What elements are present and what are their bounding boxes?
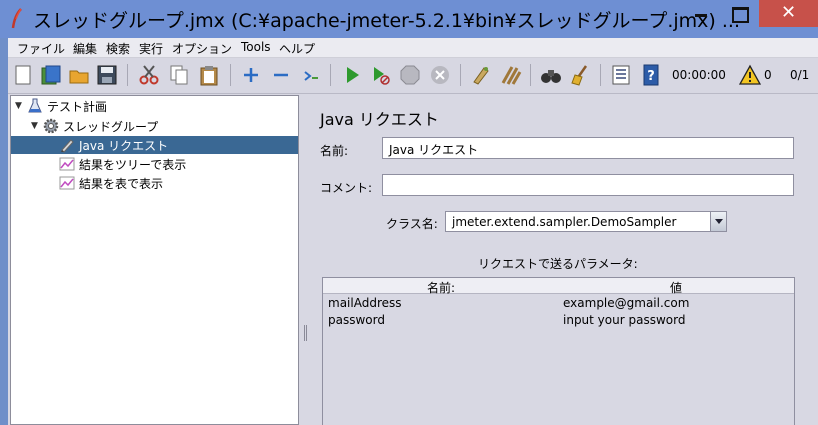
menu-tools[interactable]: Tools [241,40,271,54]
app-window: ファイル 編集 検索 実行 オプション Tools ヘルプ ? 00:00:00… [8,38,818,425]
warning-icon[interactable] [739,64,761,86]
param-value-cell[interactable]: input your password [563,313,685,327]
shutdown-icon[interactable] [429,64,451,86]
active-threads: 0/1 [790,68,810,82]
search-binoculars-icon[interactable] [540,64,562,86]
menu-help[interactable]: ヘルプ [279,40,315,57]
warning-count: 0 [764,68,772,82]
svg-text:?: ? [647,69,655,84]
parameters-title: リクエストで送るパラメータ: [478,257,638,271]
toolbar-separator [530,64,531,86]
listener-graph-icon [59,176,75,190]
elapsed-timer: 00:00:00 [672,68,726,82]
expanded-arrow-icon[interactable]: ▼ [15,101,27,111]
toolbar-separator [600,64,601,86]
parameters-table-header: 名前: 値 [323,278,794,295]
tree-node-view-results-table[interactable]: 結果を表で表示 [59,174,163,192]
menu-options[interactable]: オプション [172,40,232,57]
open-icon[interactable] [68,64,90,86]
classname-selected: jmeter.extend.sampler.DemoSampler [452,215,677,229]
title-bar: スレッドグループ.jmx (C:¥apache-jmeter-5.2.1¥bin… [0,0,818,38]
tree-label-view-results-table: 結果を表で表示 [79,176,164,191]
close-icon: ✕ [780,2,797,23]
maximize-button[interactable] [722,0,756,27]
java-request-panel: Java リクエスト 名前: Java リクエスト コメント: クラス名: jm… [310,95,818,425]
minimize-button[interactable] [684,0,718,27]
listener-graph-icon [59,157,75,171]
start-no-pauses-icon[interactable] [369,64,391,86]
param-name-cell[interactable]: mailAddress [328,296,402,310]
toolbar-separator [330,64,331,86]
start-icon[interactable] [341,64,363,86]
tree-node-java-request[interactable]: Java リクエスト [11,136,298,154]
toolbar-separator [230,64,231,86]
clear-all-icon[interactable] [500,64,522,86]
tree-label-test-plan: テスト計画 [47,99,108,114]
paste-icon[interactable] [198,64,220,86]
reset-search-broom-icon[interactable] [570,64,592,86]
new-icon[interactable] [12,64,34,86]
tree-node-view-results-tree[interactable]: 結果をツリーで表示 [59,155,186,173]
parameters-table: 名前: 値 mailAddress example@gmail.com pass… [322,277,795,425]
tree-node-test-plan[interactable]: ▼ テスト計画 [15,97,107,115]
save-icon[interactable] [96,64,118,86]
test-plan-tree: ▼ テスト計画 ▼ スレッドグループ Java リクエスト 結果をツリーで表示 … [10,95,299,425]
toolbar-separator [460,64,461,86]
menu-file[interactable]: ファイル [17,40,65,57]
copy-icon[interactable] [168,64,190,86]
sampler-pen-icon [61,139,74,153]
splitter-grip[interactable] [304,325,307,341]
close-button[interactable]: ✕ [759,0,818,27]
name-field[interactable]: Java リクエスト [382,137,794,159]
split-pane-divider[interactable] [301,95,310,425]
classname-label: クラス名: [386,217,438,231]
table-row[interactable]: password input your password [323,311,794,328]
menu-bar: ファイル 編集 検索 実行 オプション Tools ヘルプ [8,38,818,58]
param-name-cell[interactable]: password [328,313,385,327]
comment-label: コメント: [320,181,373,195]
panel-title: Java リクエスト [320,110,439,129]
templates-icon[interactable] [40,64,62,86]
toolbar: ? 00:00:00 0 0/1 [8,58,818,94]
expanded-arrow-icon[interactable]: ▼ [31,121,43,131]
collapse-icon[interactable] [270,64,292,86]
toolbar-separator [127,64,128,86]
chevron-down-icon[interactable] [710,212,726,231]
tree-node-thread-group[interactable]: ▼ スレッドグループ [31,117,158,135]
tree-label-java-request: Java リクエスト [79,138,169,153]
classname-dropdown[interactable]: jmeter.extend.sampler.DemoSampler [445,211,727,232]
clear-icon[interactable] [470,64,492,86]
table-row[interactable]: mailAddress example@gmail.com [323,294,794,311]
param-value-cell[interactable]: example@gmail.com [563,296,689,310]
test-plan-flask-icon [28,98,42,113]
cut-icon[interactable] [138,64,160,86]
toggle-icon[interactable] [300,64,322,86]
comment-field[interactable] [382,174,794,196]
tree-label-view-results-tree: 結果をツリーで表示 [79,157,187,172]
name-label: 名前: [320,144,349,158]
menu-edit[interactable]: 編集 [73,40,97,57]
tree-label-thread-group: スレッドグループ [63,119,159,134]
window-title: スレッドグループ.jmx (C:¥apache-jmeter-5.2.1¥bin… [33,10,740,32]
jmeter-feather-icon [11,8,22,29]
expand-icon[interactable] [240,64,262,86]
menu-search[interactable]: 検索 [106,40,130,57]
menu-run[interactable]: 実行 [139,40,163,57]
thread-group-gear-icon [43,118,59,134]
stop-icon[interactable] [399,64,421,86]
help-icon[interactable]: ? [640,64,662,86]
function-helper-icon[interactable] [610,64,632,86]
